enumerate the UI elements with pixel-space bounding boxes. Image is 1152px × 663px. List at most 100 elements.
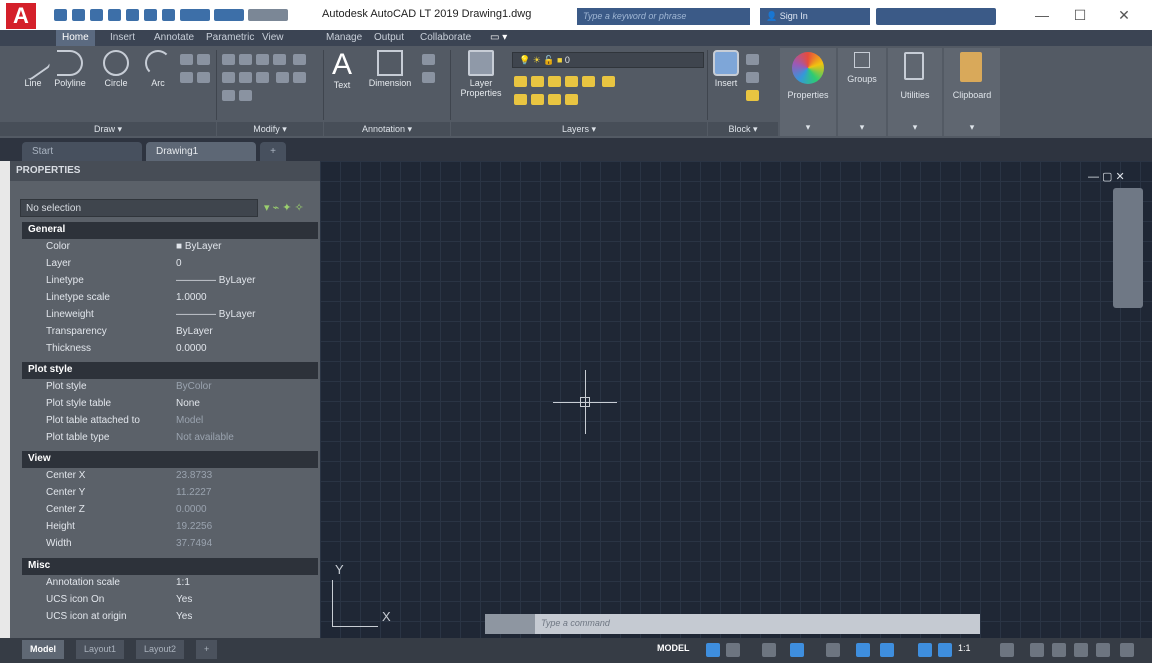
model-space-button[interactable]: MODEL xyxy=(657,643,690,653)
navigation-bar[interactable] xyxy=(1113,188,1143,308)
create-block-icon[interactable] xyxy=(746,54,759,65)
prop-row[interactable]: Linetype scale 1.0000 xyxy=(22,290,318,307)
thaw-icon[interactable] xyxy=(548,94,561,105)
groups-expand-icon[interactable]: ▾ xyxy=(838,122,886,133)
make-current-icon[interactable] xyxy=(601,76,615,87)
table-icon[interactable] xyxy=(422,72,435,83)
rectangle-icon[interactable] xyxy=(180,54,193,65)
scale-icon[interactable] xyxy=(292,72,306,83)
offset-icon[interactable] xyxy=(239,90,252,101)
workspace-gear-icon[interactable] xyxy=(1000,643,1014,657)
tab-insert[interactable]: Insert xyxy=(104,30,141,46)
tab-collaborate[interactable]: Collaborate xyxy=(414,30,477,46)
maximize-button[interactable]: ☐ xyxy=(1060,4,1100,26)
share-icon[interactable] xyxy=(162,9,175,21)
customization-menu-icon[interactable] xyxy=(1120,643,1134,657)
close-button[interactable]: ✕ xyxy=(1104,4,1144,26)
prop-row[interactable]: Layer 0 xyxy=(22,256,318,273)
command-input[interactable]: Type a command xyxy=(541,618,610,628)
redo-icon[interactable] xyxy=(214,9,244,21)
tab-layout1[interactable]: Layout1 xyxy=(76,640,125,659)
grid-icon[interactable] xyxy=(706,643,720,657)
prop-row[interactable]: UCS icon On Yes xyxy=(22,592,318,609)
clipboard-panel[interactable]: Clipboard ▾ xyxy=(944,48,1000,136)
erase-icon[interactable] xyxy=(273,54,286,65)
open-icon[interactable] xyxy=(72,9,85,21)
unlock-icon[interactable] xyxy=(565,94,578,105)
properties-expand-icon[interactable]: ▾ xyxy=(780,122,836,133)
plot-icon[interactable] xyxy=(126,9,139,21)
prop-row[interactable]: Height 19.2256 xyxy=(22,519,318,536)
annotation-monitor-icon[interactable] xyxy=(1030,643,1044,657)
save-as-icon[interactable] xyxy=(108,9,121,21)
circle-button[interactable]: Circle xyxy=(96,50,136,88)
utilities-panel[interactable]: Utilities ▾ xyxy=(888,48,942,136)
attribute-icon[interactable] xyxy=(746,90,759,101)
dimension-button[interactable]: Dimension xyxy=(360,50,420,88)
isolate-objects-icon[interactable] xyxy=(1074,643,1088,657)
viewport-controls[interactable]: — ▢ ✕ xyxy=(1088,170,1125,183)
tab-start[interactable]: Start xyxy=(22,142,142,161)
section-plot-style[interactable]: Plot style xyxy=(22,362,318,379)
command-line-controls[interactable] xyxy=(485,614,535,634)
section-view[interactable]: View xyxy=(22,451,318,468)
stretch-icon[interactable] xyxy=(275,72,289,83)
annotation-scale[interactable]: 1:1 xyxy=(958,643,971,653)
explode-icon[interactable] xyxy=(256,72,269,83)
tab-home[interactable]: Home xyxy=(56,30,95,46)
minimize-button[interactable]: — xyxy=(1022,4,1062,26)
new-layout-button[interactable]: + xyxy=(196,640,218,659)
copy-icon[interactable] xyxy=(292,54,306,65)
object-snap-icon[interactable] xyxy=(880,643,894,657)
draw-panel-label[interactable]: Draw ▾ xyxy=(0,122,216,136)
section-general[interactable]: General xyxy=(22,222,318,239)
tab-overflow-icon[interactable]: ▭ ▾ xyxy=(484,30,513,46)
prop-row[interactable]: UCS icon at origin Yes xyxy=(22,609,318,621)
prop-row[interactable]: Linetype ———— ByLayer xyxy=(22,273,318,290)
utilities-expand-icon[interactable]: ▾ xyxy=(888,122,942,133)
leader-icon[interactable] xyxy=(422,54,435,65)
prop-row[interactable]: Plot table attached to Model xyxy=(22,413,318,430)
tab-output[interactable]: Output xyxy=(368,30,410,46)
units-icon[interactable] xyxy=(1052,643,1066,657)
polyline-button[interactable]: Polyline xyxy=(48,50,92,88)
layer-freeze-icon[interactable] xyxy=(565,76,578,87)
move-icon[interactable] xyxy=(222,54,235,65)
trim-icon[interactable] xyxy=(256,54,269,65)
prop-row[interactable]: Width 37.7494 xyxy=(22,536,318,553)
ellipse-icon[interactable] xyxy=(180,72,193,83)
qat-dropdown-icon[interactable] xyxy=(248,9,288,21)
layer-state-icon[interactable] xyxy=(514,76,527,87)
insert-button[interactable]: Insert xyxy=(708,50,744,88)
object-snap-tracking-icon[interactable] xyxy=(856,643,870,657)
layer-isolate-icon[interactable] xyxy=(548,76,561,87)
layer-off-icon[interactable] xyxy=(531,76,544,87)
tab-annotate[interactable]: Annotate xyxy=(148,30,200,46)
prop-row[interactable]: Center X 23.8733 xyxy=(22,468,318,485)
prop-row[interactable]: Thickness 0.0000 xyxy=(22,341,318,358)
sign-in-button[interactable]: 👤 Sign In xyxy=(760,8,870,25)
arc-button[interactable]: Arc xyxy=(140,50,176,88)
snap-icon[interactable] xyxy=(726,643,740,657)
tab-drawing1[interactable]: Drawing1 xyxy=(146,142,256,161)
section-misc[interactable]: Misc xyxy=(22,558,318,575)
tab-parametric[interactable]: Parametric xyxy=(200,30,260,46)
prop-row[interactable]: Color ■ ByLayer xyxy=(22,239,318,256)
command-line[interactable]: Type a command xyxy=(485,614,980,634)
save-icon[interactable] xyxy=(90,9,103,21)
layer-dropdown[interactable]: 💡 ☀ 🔓 ■ 0 xyxy=(512,52,704,68)
groups-panel[interactable]: Groups ▾ xyxy=(838,48,886,136)
clipboard-expand-icon[interactable]: ▾ xyxy=(944,122,1000,133)
new-icon[interactable] xyxy=(54,9,67,21)
prop-row[interactable]: Annotation scale 1:1 xyxy=(22,575,318,592)
help-toolbar[interactable] xyxy=(876,8,996,25)
toggle-pickadd-icon[interactable]: ▾ ⌁ ✦ ✧ xyxy=(264,201,304,214)
tab-manage[interactable]: Manage xyxy=(320,30,368,46)
tab-model[interactable]: Model xyxy=(22,640,64,659)
unisolate-icon[interactable] xyxy=(531,94,544,105)
annotation-visibility-icon[interactable] xyxy=(918,643,932,657)
ortho-icon[interactable] xyxy=(762,643,776,657)
prop-row[interactable]: Center Z 0.0000 xyxy=(22,502,318,519)
line-button[interactable]: Line xyxy=(14,44,52,88)
text-button[interactable]: A Text xyxy=(328,50,356,91)
